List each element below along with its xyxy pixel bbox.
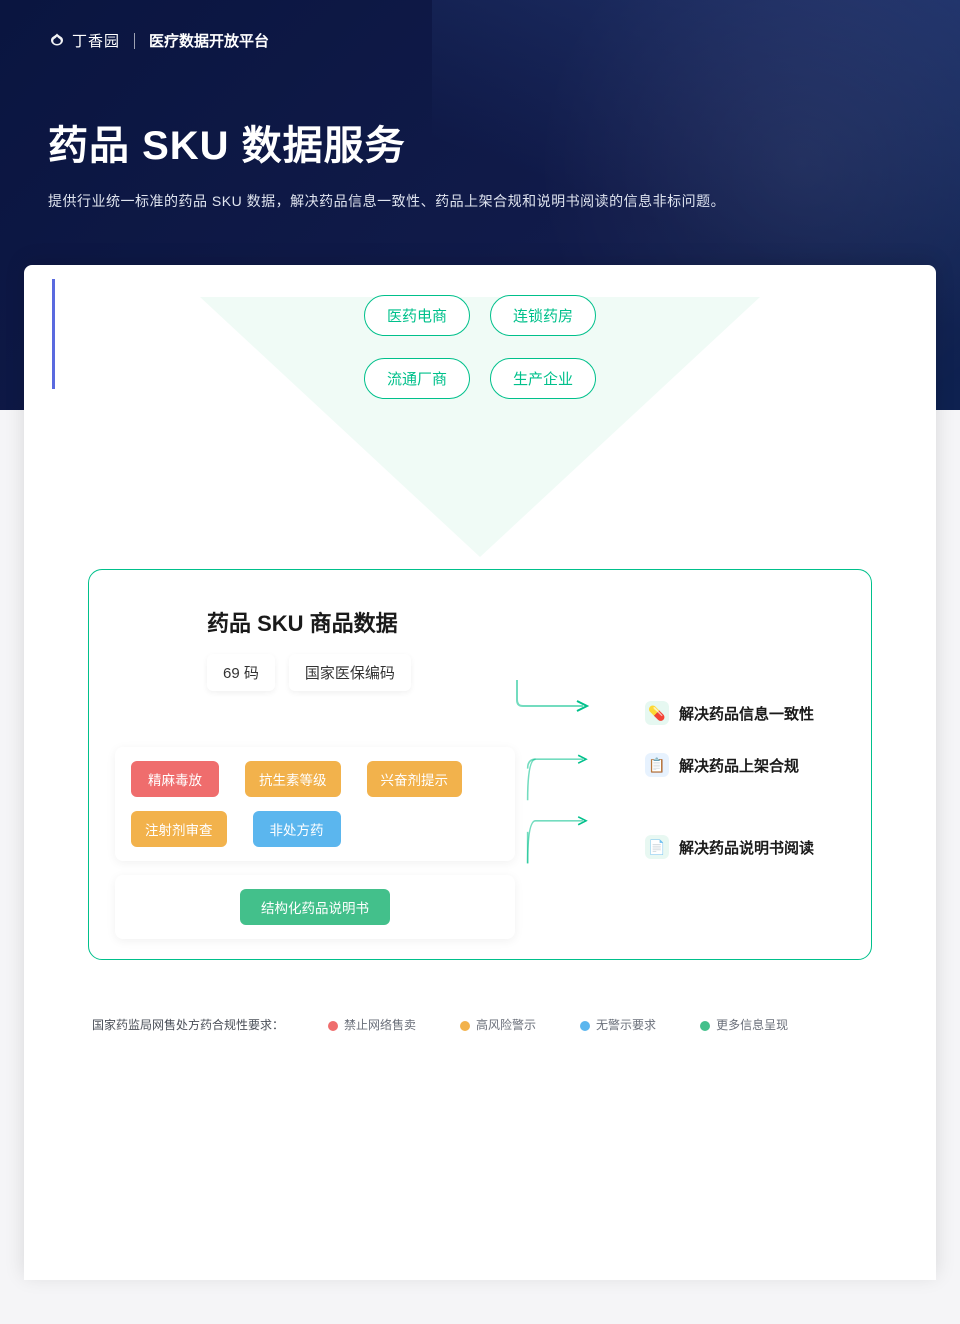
legend-item: 无警示要求 xyxy=(580,1016,656,1033)
dot-icon xyxy=(460,1021,470,1031)
manual-tag: 结构化药品说明书 xyxy=(240,889,390,925)
branch-connector-icon xyxy=(515,745,605,895)
accent-bar xyxy=(52,279,55,389)
compliance-tag: 抗生素等级 xyxy=(245,761,341,797)
page-title: 药品 SKU 数据服务 xyxy=(48,113,912,171)
connector-arrow-icon xyxy=(515,672,595,717)
clipboard-icon: 📋 xyxy=(645,753,669,777)
brand-logo: 丁香园 xyxy=(48,30,120,51)
brand-bar: 丁香园 医疗数据开放平台 xyxy=(48,30,912,51)
result-item: 💊 解决药品信息一致性 xyxy=(645,701,845,725)
source-pill: 流通厂商 xyxy=(364,358,470,399)
dot-icon xyxy=(328,1021,338,1031)
result-label: 解决药品上架合规 xyxy=(679,755,799,776)
compliance-tag: 注射剂审查 xyxy=(131,811,227,847)
brand-name: 丁香园 xyxy=(72,30,120,51)
compliance-tag: 兴奋剂提示 xyxy=(367,761,463,797)
source-pill: 医药电商 xyxy=(364,295,470,336)
dot-icon xyxy=(700,1021,710,1031)
compliance-card: 精麻毒放 抗生素等级 兴奋剂提示 注射剂审查 非处方药 xyxy=(115,747,515,861)
legend-item: 高风险警示 xyxy=(460,1016,536,1033)
result-item: 📋 解决药品上架合规 xyxy=(645,753,845,777)
sources-funnel: 医药电商 连锁药房 流通厂商 生产企业 xyxy=(88,293,872,563)
divider xyxy=(134,33,135,49)
sku-box-title: 药品 SKU 商品数据 xyxy=(207,606,845,638)
content-card: 医药电商 连锁药房 流通厂商 生产企业 药品 SKU 商品数据 69 码 国家医… xyxy=(24,265,936,1280)
leaf-icon xyxy=(48,32,66,50)
sku-box: 药品 SKU 商品数据 69 码 国家医保编码 💊 解决药品信息一致性 xyxy=(88,569,872,960)
legend-item: 更多信息呈现 xyxy=(700,1016,788,1033)
page-subtitle: 提供行业统一标准的药品 SKU 数据，解决药品信息一致性、药品上架合规和说明书阅… xyxy=(48,191,912,211)
source-pill: 生产企业 xyxy=(490,358,596,399)
legend: 国家药监局网售处方药合规性要求： 禁止网络售卖 高风险警示 无警示要求 更多信息… xyxy=(92,1016,872,1033)
legend-title: 国家药监局网售处方药合规性要求： xyxy=(92,1016,284,1033)
compliance-tag: 精麻毒放 xyxy=(131,761,219,797)
document-icon: 📄 xyxy=(645,835,669,859)
result-item: 📄 解决药品说明书阅读 xyxy=(645,835,845,859)
dot-icon xyxy=(580,1021,590,1031)
platform-name: 医疗数据开放平台 xyxy=(149,30,269,51)
code-chip: 69 码 xyxy=(207,654,275,691)
result-label: 解决药品信息一致性 xyxy=(679,703,814,724)
source-pill: 连锁药房 xyxy=(490,295,596,336)
pill-icon: 💊 xyxy=(645,701,669,725)
compliance-tag: 非处方药 xyxy=(253,811,341,847)
code-chip: 国家医保编码 xyxy=(289,654,411,691)
manual-card: 结构化药品说明书 xyxy=(115,875,515,939)
funnel-triangle xyxy=(200,297,760,557)
result-label: 解决药品说明书阅读 xyxy=(679,837,814,858)
legend-item: 禁止网络售卖 xyxy=(328,1016,416,1033)
